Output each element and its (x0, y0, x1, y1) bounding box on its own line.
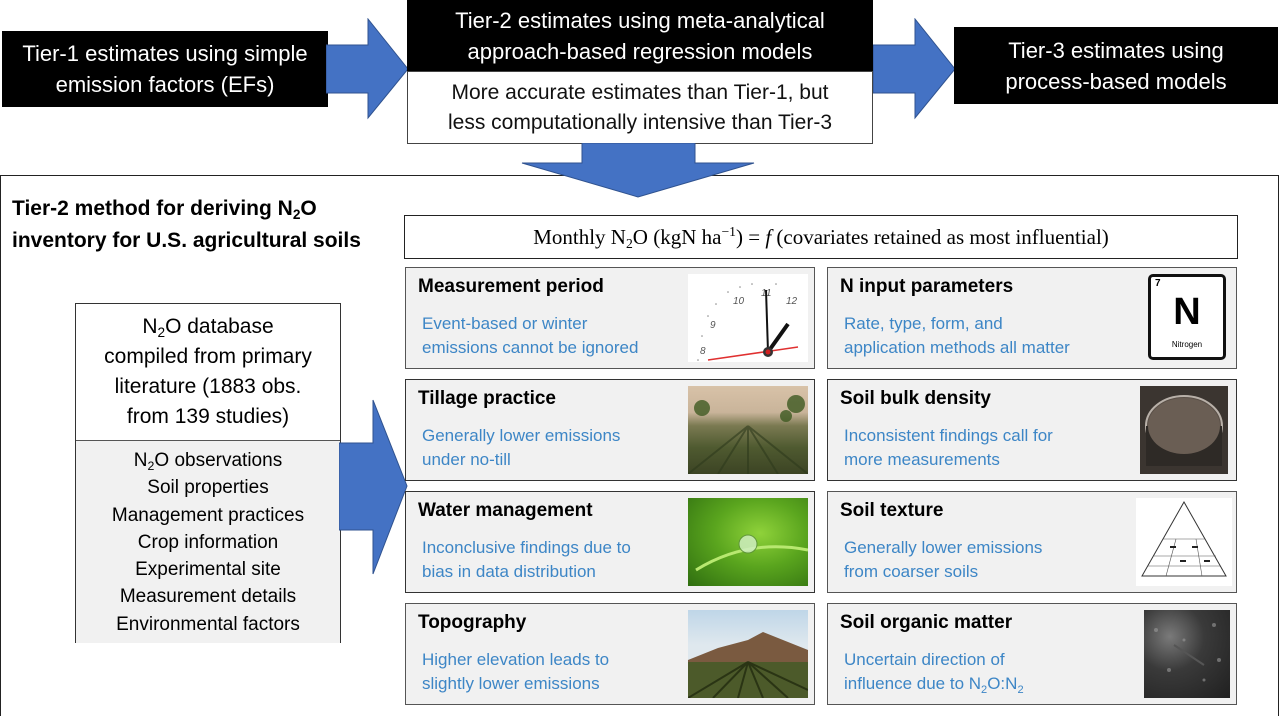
organic-soil-photo (1144, 610, 1230, 698)
equation-box: Monthly N2O (kgN ha−1) = f (covariates r… (404, 215, 1238, 259)
method-title-line2: inventory for U.S. agricultural soils (12, 229, 361, 252)
tier2-title-line2: approach-based regression models (467, 38, 813, 64)
card-description: Generally lower emissions under no-till (422, 426, 621, 469)
card-title: Water management (418, 500, 593, 521)
water-drop-photo (688, 498, 808, 586)
list-item: Crop information (137, 531, 279, 553)
texture-triangle-icon (1136, 498, 1232, 586)
list-item: Measurement details (119, 586, 297, 608)
method-title-text: O (300, 197, 317, 220)
card-soil-organic-matter: Soil organic matter Uncertain direction … (827, 603, 1237, 705)
svg-text:10: 10 (733, 296, 745, 307)
card-title: N input parameters (840, 276, 1014, 297)
equation-text: Monthly N2O (kgN ha−1) = f (covariates r… (533, 223, 1109, 251)
card-title: Measurement period (418, 276, 604, 297)
card-description: Higher elevation leads to slightly lower … (422, 650, 610, 693)
tier2-title-line1: Tier-2 estimates using meta-analytical (455, 7, 825, 33)
soil-core-photo (1140, 386, 1228, 474)
list-item: N2O observations (133, 450, 283, 473)
list-item: Experimental site (135, 559, 281, 581)
list-item: Management practices (111, 504, 305, 526)
arrow-down-to-method (520, 143, 756, 199)
arrow-database-to-covariates (339, 398, 409, 578)
hill-field-photo (688, 610, 808, 698)
element-number: 7 (1155, 278, 1161, 289)
card-water-management: Water management Inconclusive findings d… (405, 491, 815, 593)
element-name: Nitrogen (1171, 340, 1203, 349)
tier3-text-line1: Tier-3 estimates using (1008, 37, 1224, 63)
tier2-description: More accurate estimates than Tier-1, but… (407, 71, 873, 144)
tier3-text-line2: process-based models (1005, 68, 1227, 94)
clock-icon: 101112 98 (688, 274, 808, 362)
list-item: Environmental factors (116, 613, 300, 635)
tier2-desc-line1: More accurate estimates than Tier-1, but (451, 80, 829, 104)
tier2-box: Tier-2 estimates using meta-analytical a… (407, 0, 873, 71)
arrow-tier2-to-tier3 (873, 18, 957, 120)
card-description: Event-based or winter emissions cannot be… (422, 314, 639, 357)
tier1-box: Tier-1 estimates using simple emission f… (2, 31, 328, 107)
card-description: Rate, type, form, and application methods… (844, 314, 1070, 357)
tier3-box: Tier-3 estimates using process-based mod… (954, 27, 1278, 104)
database-contents-list: N2O observations Soil properties Managem… (76, 441, 340, 643)
svg-text:9: 9 (710, 320, 716, 331)
method-title-text: Tier-2 method for deriving N (12, 197, 293, 220)
svg-text:8: 8 (700, 346, 706, 357)
card-tillage-practice: Tillage practice Generally lower emissio… (405, 379, 815, 481)
card-soil-bulk-density: Soil bulk density Inconsistent findings … (827, 379, 1237, 481)
tier2-desc-line2: less computationally intensive than Tier… (447, 110, 833, 134)
card-description: Inconclusive findings due to bias in data… (422, 538, 631, 581)
arrow-tier1-to-tier2 (326, 18, 410, 120)
card-description: Generally lower emissions from coarser so… (844, 538, 1043, 581)
element-symbol: N (1173, 291, 1201, 333)
svg-text:12: 12 (786, 296, 798, 307)
list-item: Soil properties (147, 477, 269, 499)
card-title: Soil organic matter (840, 612, 1013, 633)
card-measurement-period: Measurement period Event-based or winter… (405, 267, 815, 369)
card-soil-texture: Soil texture Generally lower emissions fr… (827, 491, 1237, 593)
card-topography: Topography Higher elevation leads to slig… (405, 603, 815, 705)
card-title: Tillage practice (418, 388, 556, 409)
n2o-database-box: N2O database compiled from primary liter… (75, 303, 341, 643)
card-title: Soil bulk density (840, 388, 991, 409)
card-title: Soil texture (840, 500, 944, 521)
method-title: Tier-2 method for deriving N2O inventory… (12, 193, 361, 257)
card-title: Topography (418, 612, 527, 633)
tier1-text-line2: emission factors (EFs) (55, 72, 275, 97)
card-description: Uncertain direction of influence due to N… (844, 650, 1024, 696)
field-photo (688, 386, 808, 474)
card-n-input-parameters: N input parameters Rate, type, form, and… (827, 267, 1237, 369)
card-description: Inconsistent findings call for more measu… (844, 426, 1053, 469)
nitrogen-element-icon: 7 N Nitrogen (1148, 274, 1226, 360)
database-header: N2O database compiled from primary liter… (76, 304, 340, 441)
tier1-text-line1: Tier-1 estimates using simple (22, 41, 308, 66)
